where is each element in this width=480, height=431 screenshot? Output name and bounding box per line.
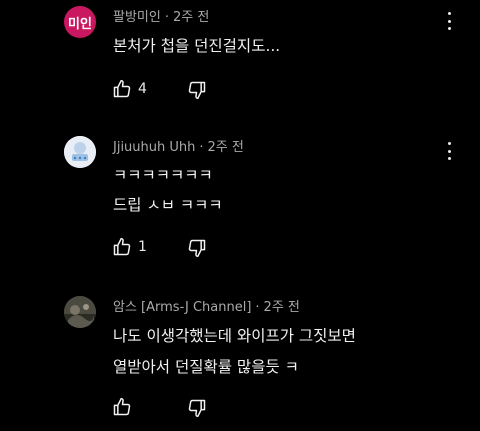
- more-vert-icon[interactable]: [444, 12, 454, 30]
- dislike-button[interactable]: [187, 398, 207, 418]
- avatar[interactable]: 미인: [64, 6, 96, 38]
- comment-meta: 팔방미인 · 2주 전: [113, 6, 209, 25]
- more-vert-icon[interactable]: [444, 142, 454, 160]
- meta-separator: ·: [255, 300, 260, 315]
- dislike-button[interactable]: [187, 80, 207, 100]
- comment-time[interactable]: 2주 전: [208, 140, 244, 155]
- comment-time[interactable]: 2주 전: [173, 10, 209, 25]
- thumbs-up-icon: [113, 79, 131, 98]
- dislike-button[interactable]: [187, 238, 207, 258]
- meta-separator: ·: [199, 140, 204, 155]
- comment-text-line: 나도 이생각했는데 와이프가 그짓보면: [113, 327, 356, 345]
- comment-time[interactable]: 2주 전: [264, 300, 300, 315]
- like-count: 1: [138, 239, 147, 255]
- comment-text: 본처가 첩을 던진걸지도...: [113, 37, 281, 55]
- like-button[interactable]: 1: [112, 237, 147, 257]
- comment-meta: Jjiuuhuh Uhh · 2주 전: [113, 136, 244, 155]
- thumbs-up-icon: [113, 397, 131, 416]
- comment-meta: 암스 [Arms-J Channel] · 2주 전: [113, 296, 300, 315]
- thumbs-down-icon: [188, 239, 206, 258]
- avatar-image: [64, 136, 96, 168]
- avatar-initials: 미인: [68, 16, 92, 32]
- avatar-image: [64, 296, 96, 328]
- like-button[interactable]: [112, 397, 138, 417]
- comment-text-line: 드립 ㅅㅂ ㅋㅋㅋ: [113, 196, 223, 214]
- comment-item: Jjiuuhuh Uhh · 2주 전 ㅋㅋㅋㅋㅋㅋㅋ 드립 ㅅㅂ ㅋㅋㅋ 1: [0, 112, 480, 282]
- comment-text-line: 열받아서 던질확률 많을듯 ㅋ: [113, 358, 299, 376]
- comment-author[interactable]: Jjiuuhuh Uhh: [113, 140, 195, 155]
- comment-author[interactable]: 팔방미인: [113, 10, 161, 25]
- avatar[interactable]: [64, 136, 96, 168]
- like-count: 4: [138, 81, 147, 97]
- comment-item: 암스 [Arms-J Channel] · 2주 전 나도 이생각했는데 와이프가 …: [0, 282, 480, 431]
- comment-text-line: ㅋㅋㅋㅋㅋㅋㅋ: [113, 166, 213, 184]
- thumbs-down-icon: [188, 81, 206, 100]
- meta-separator: ·: [164, 10, 169, 25]
- avatar[interactable]: [64, 296, 96, 328]
- comment-item: 미인 팔방미인 · 2주 전 본처가 첩을 던진걸지도... 4: [0, 0, 480, 112]
- like-button[interactable]: 4: [112, 79, 147, 99]
- thumbs-up-icon: [113, 237, 131, 256]
- comment-author[interactable]: 암스 [Arms-J Channel]: [113, 300, 251, 315]
- thumbs-down-icon: [188, 399, 206, 418]
